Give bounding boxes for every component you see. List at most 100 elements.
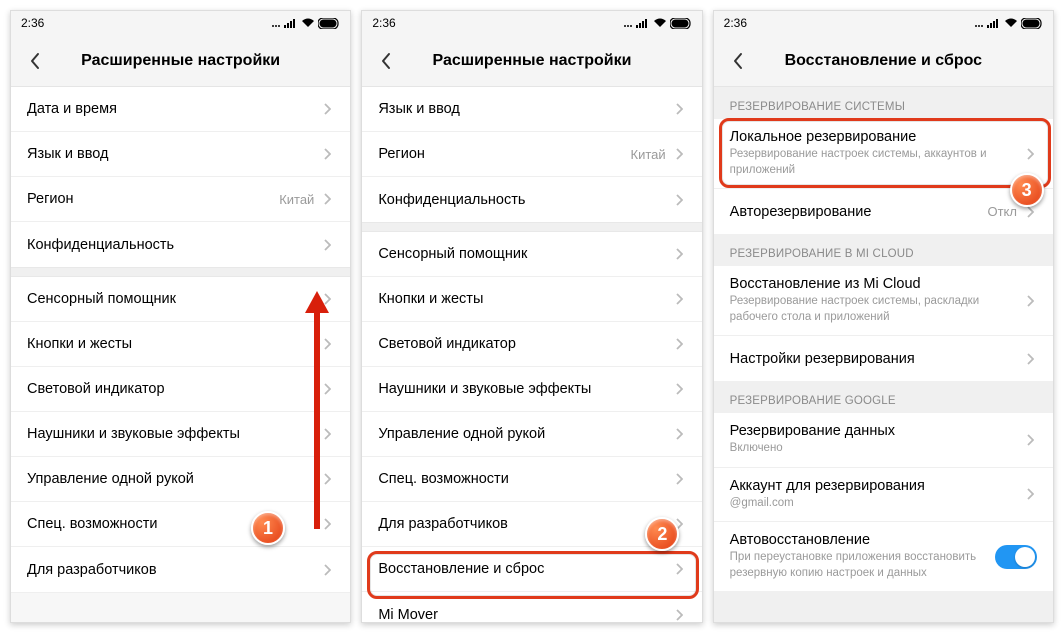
row-region[interactable]: Регион Китай <box>362 132 701 177</box>
row-label: Язык и ввод <box>27 146 320 162</box>
wifi-icon <box>301 18 315 28</box>
header: Расширенные настройки <box>11 35 350 87</box>
content[interactable]: Дата и время Язык и ввод Регион Китай Ко… <box>11 87 350 622</box>
row-label: Настройки резервирования <box>730 351 1023 367</box>
row-auto-backup[interactable]: Авторезервирование Откл <box>714 189 1053 234</box>
row-label: Сенсорный помощник <box>378 246 671 262</box>
row-light-indicator[interactable]: Световой индикатор <box>11 367 350 412</box>
row-mi-mover[interactable]: Mi Mover <box>362 592 701 622</box>
row-touch-assistant[interactable]: Сенсорный помощник <box>362 232 701 277</box>
row-label: Кнопки и жесты <box>27 336 320 352</box>
row-label: Локальное резервирование <box>730 129 1023 145</box>
status-icons <box>623 18 692 29</box>
row-label: Mi Mover <box>378 607 671 623</box>
status-bar: 2:36 <box>362 11 701 35</box>
row-label: Восстановление из Mi Cloud <box>730 276 1023 292</box>
row-local-backup[interactable]: Локальное резервирование Резервирование … <box>714 119 1053 189</box>
chevron-right-icon <box>320 193 334 205</box>
status-icons <box>974 18 1043 29</box>
content[interactable]: РЕЗЕРВИРОВАНИЕ СИСТЕМЫ Локальное резерви… <box>714 87 1053 622</box>
chevron-right-icon <box>672 383 686 395</box>
row-label: Конфиденциальность <box>27 237 320 253</box>
row-sub: Резервирование настроек системы, аккаунт… <box>730 147 1023 178</box>
row-sub: Включено <box>730 441 1023 457</box>
row-mi-backup-settings[interactable]: Настройки резервирования <box>714 336 1053 381</box>
chevron-left-icon <box>29 52 41 70</box>
chevron-right-icon <box>1023 148 1037 160</box>
chevron-left-icon <box>380 52 392 70</box>
signal-icon <box>987 18 1001 28</box>
row-value: Китай <box>631 147 666 162</box>
step-badge-1: 1 <box>251 511 285 545</box>
chevron-right-icon <box>672 428 686 440</box>
row-sub: @gmail.com <box>730 496 1023 512</box>
row-language-input[interactable]: Язык и ввод <box>362 87 701 132</box>
row-label: Авторезервирование <box>730 204 988 220</box>
row-date-time[interactable]: Дата и время <box>11 87 350 132</box>
row-accessibility[interactable]: Спец. возможности <box>362 457 701 502</box>
row-label: Наушники и звуковые эффекты <box>378 381 671 397</box>
status-time: 2:36 <box>21 16 44 30</box>
row-label: Управление одной рукой <box>378 426 671 442</box>
row-label: Спец. возможности <box>378 471 671 487</box>
row-label: Аккаунт для резервирования <box>730 478 1023 494</box>
row-headphones-sounds[interactable]: Наушники и звуковые эффекты <box>11 412 350 457</box>
row-buttons-gestures[interactable]: Кнопки и жесты <box>362 277 701 322</box>
row-touch-assistant[interactable]: Сенсорный помощник <box>11 277 350 322</box>
chevron-right-icon <box>672 609 686 621</box>
row-label: Для разработчиков <box>27 562 320 578</box>
row-developer[interactable]: Для разработчиков <box>11 547 350 592</box>
row-label: Регион <box>378 146 630 162</box>
chevron-right-icon <box>320 239 334 251</box>
row-language-input[interactable]: Язык и ввод <box>11 132 350 177</box>
page-title: Расширенные настройки <box>11 52 350 70</box>
row-accessibility[interactable]: Спец. возможности <box>11 502 350 547</box>
row-label: Восстановление и сброс <box>378 561 671 577</box>
row-google-auto-restore[interactable]: Автовосстановление При переустановке при… <box>714 522 1053 591</box>
status-time: 2:36 <box>724 16 747 30</box>
row-one-handed[interactable]: Управление одной рукой <box>11 457 350 502</box>
section-header-google: РЕЗЕРВИРОВАНИЕ GOOGLE <box>714 381 1053 413</box>
row-privacy[interactable]: Конфиденциальность <box>11 222 350 267</box>
row-label: Дата и время <box>27 101 320 117</box>
chevron-right-icon <box>1023 434 1037 446</box>
chevron-right-icon <box>672 148 686 160</box>
row-google-backup-account[interactable]: Аккаунт для резервирования @gmail.com <box>714 468 1053 523</box>
scroll-up-arrow-icon <box>303 291 331 531</box>
signal-icon <box>284 18 298 28</box>
auto-restore-toggle[interactable] <box>995 545 1037 569</box>
row-label: Автовосстановление <box>730 532 995 548</box>
row-label: Регион <box>27 191 279 207</box>
chevron-right-icon <box>672 248 686 260</box>
chevron-left-icon <box>732 52 744 70</box>
row-label: Управление одной рукой <box>27 471 320 487</box>
back-button[interactable] <box>372 52 400 70</box>
row-headphones-sounds[interactable]: Наушники и звуковые эффекты <box>362 367 701 412</box>
status-time: 2:36 <box>372 16 395 30</box>
row-region[interactable]: Регион Китай <box>11 177 350 222</box>
step-badge-3: 3 <box>1010 173 1044 207</box>
row-google-backup-data[interactable]: Резервирование данных Включено <box>714 413 1053 468</box>
chevron-right-icon <box>320 103 334 115</box>
battery-icon <box>670 18 692 29</box>
row-micloud-restore[interactable]: Восстановление из Mi Cloud Резервировани… <box>714 266 1053 336</box>
row-buttons-gestures[interactable]: Кнопки и жесты <box>11 322 350 367</box>
header: Восстановление и сброс <box>714 35 1053 87</box>
row-label: Световой индикатор <box>27 381 320 397</box>
row-light-indicator[interactable]: Световой индикатор <box>362 322 701 367</box>
chevron-right-icon <box>1023 488 1037 500</box>
chevron-right-icon <box>672 338 686 350</box>
wifi-icon <box>653 18 667 28</box>
row-one-handed[interactable]: Управление одной рукой <box>362 412 701 457</box>
status-icons <box>271 18 340 29</box>
row-privacy[interactable]: Конфиденциальность <box>362 177 701 222</box>
status-bar: 2:36 <box>11 11 350 35</box>
chevron-right-icon <box>1023 295 1037 307</box>
row-sub: Резервирование настроек системы, расклад… <box>730 294 1023 325</box>
row-label: Световой индикатор <box>378 336 671 352</box>
back-button[interactable] <box>724 52 752 70</box>
back-button[interactable] <box>21 52 49 70</box>
chevron-right-icon <box>672 473 686 485</box>
row-restore-reset[interactable]: Восстановление и сброс <box>362 547 701 592</box>
status-bar: 2:36 <box>714 11 1053 35</box>
